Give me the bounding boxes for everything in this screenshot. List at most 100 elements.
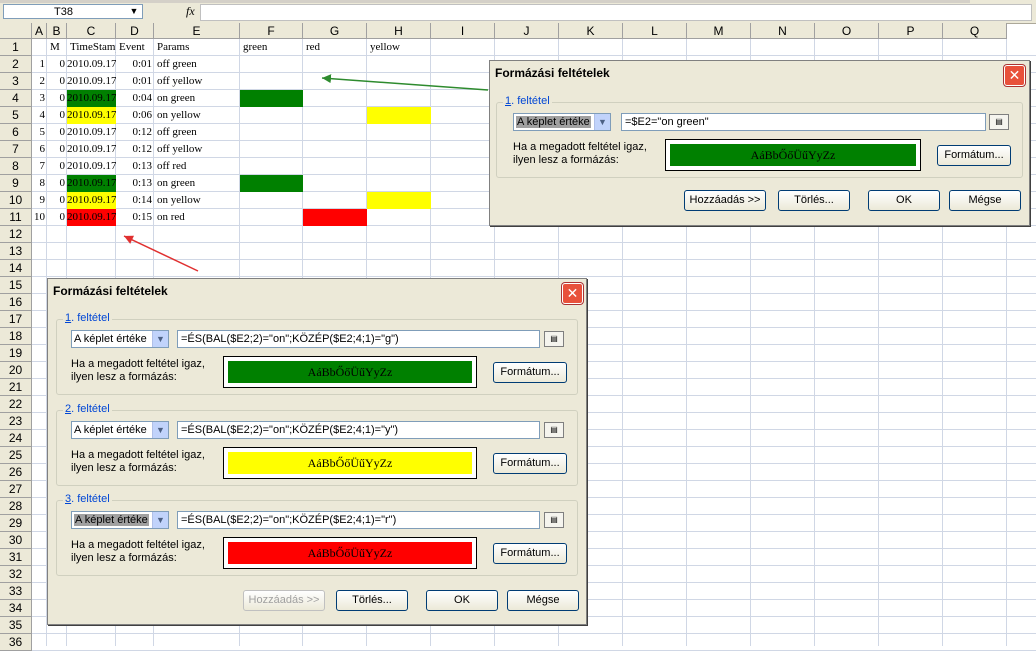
row-header-11[interactable]: 11 bbox=[0, 209, 32, 226]
cancel-button[interactable]: Mégse bbox=[507, 590, 579, 611]
table-cell[interactable]: 0 bbox=[47, 141, 67, 158]
table-cell[interactable]: 6 bbox=[32, 141, 47, 158]
table-cell[interactable]: 0 bbox=[47, 192, 67, 209]
row-header-13[interactable]: 13 bbox=[0, 243, 32, 260]
row-header-31[interactable]: 31 bbox=[0, 549, 32, 566]
name-box-dropdown-icon[interactable]: ▼ bbox=[127, 4, 141, 19]
table-cell[interactable]: 2 bbox=[32, 73, 47, 90]
table-cell[interactable]: 0:13 bbox=[116, 175, 154, 192]
column-header-f[interactable]: F bbox=[240, 23, 303, 39]
row-header-2[interactable]: 2 bbox=[0, 56, 32, 73]
row-header-26[interactable]: 26 bbox=[0, 464, 32, 481]
column-header-o[interactable]: O bbox=[815, 23, 879, 39]
column-header-c[interactable]: C bbox=[67, 23, 116, 39]
row-header-20[interactable]: 20 bbox=[0, 362, 32, 379]
table-cell[interactable]: 5 bbox=[32, 124, 47, 141]
row-header-15[interactable]: 15 bbox=[0, 277, 32, 294]
column-header-j[interactable]: J bbox=[495, 23, 559, 39]
row-header-25[interactable]: 25 bbox=[0, 447, 32, 464]
column-header-b[interactable]: B bbox=[47, 23, 67, 39]
delete-condition-button[interactable]: Törlés... bbox=[336, 590, 408, 611]
row-header-14[interactable]: 14 bbox=[0, 260, 32, 277]
row-header-29[interactable]: 29 bbox=[0, 515, 32, 532]
row-header-22[interactable]: 22 bbox=[0, 396, 32, 413]
row-header-34[interactable]: 34 bbox=[0, 600, 32, 617]
table-cell[interactable]: 9 bbox=[32, 192, 47, 209]
table-cell[interactable]: 0:15 bbox=[116, 209, 154, 226]
row-header-5[interactable]: 5 bbox=[0, 107, 32, 124]
highlight-cell-red[interactable] bbox=[303, 209, 367, 226]
cancel-button[interactable]: Mégse bbox=[949, 190, 1021, 211]
table-cell[interactable]: 0 bbox=[47, 158, 67, 175]
highlight-cell-green[interactable] bbox=[240, 175, 303, 192]
row-header-1[interactable]: 1 bbox=[0, 39, 32, 56]
row-header-6[interactable]: 6 bbox=[0, 124, 32, 141]
ok-button[interactable]: OK bbox=[426, 590, 498, 611]
table-cell[interactable]: on yellow bbox=[154, 107, 240, 124]
column-header-l[interactable]: L bbox=[623, 23, 687, 39]
table-cell[interactable]: 2010.09.17 bbox=[67, 56, 116, 73]
table-cell[interactable]: 2010.09.17 bbox=[67, 124, 116, 141]
row-header-32[interactable]: 32 bbox=[0, 566, 32, 583]
table-cell[interactable]: off green bbox=[154, 124, 240, 141]
table-cell[interactable]: off green bbox=[154, 56, 240, 73]
column-header-i[interactable]: I bbox=[431, 23, 495, 39]
row-header-35[interactable]: 35 bbox=[0, 617, 32, 634]
table-cell[interactable]: 0 bbox=[47, 124, 67, 141]
row-header-36[interactable]: 36 bbox=[0, 634, 32, 651]
select-all-corner[interactable] bbox=[0, 23, 32, 39]
row-header-10[interactable]: 10 bbox=[0, 192, 32, 209]
row-header-18[interactable]: 18 bbox=[0, 328, 32, 345]
highlight-cell-green[interactable] bbox=[240, 90, 303, 107]
row-header-27[interactable]: 27 bbox=[0, 481, 32, 498]
header-cell-h[interactable]: yellow bbox=[367, 39, 431, 56]
table-cell[interactable]: on red bbox=[154, 209, 240, 226]
function-icon[interactable]: fx bbox=[186, 4, 195, 19]
formula-input[interactable] bbox=[200, 4, 1032, 21]
format-button[interactable]: Formátum... bbox=[493, 543, 567, 564]
column-header-d[interactable]: D bbox=[116, 23, 154, 39]
condition-type-select[interactable]: A képlet értéke ▼ bbox=[71, 330, 169, 348]
table-cell[interactable]: 2010.09.17 bbox=[67, 192, 116, 209]
table-cell[interactable]: on yellow bbox=[154, 192, 240, 209]
condition-type-select[interactable]: A képlet értéke ▼ bbox=[71, 511, 169, 529]
row-header-28[interactable]: 28 bbox=[0, 498, 32, 515]
condition-type-select[interactable]: A képlet értéke ▼ bbox=[513, 113, 611, 131]
header-cell-g[interactable]: red bbox=[303, 39, 367, 56]
column-header-e[interactable]: E bbox=[154, 23, 240, 39]
condition-formula-input[interactable]: =$E2="on green" bbox=[621, 113, 986, 131]
table-cell[interactable]: on green bbox=[154, 90, 240, 107]
table-cell[interactable]: 10 bbox=[32, 209, 47, 226]
collapse-dialog-icon[interactable]: ▤ bbox=[989, 114, 1009, 130]
table-cell[interactable]: 8 bbox=[32, 175, 47, 192]
delete-condition-button[interactable]: Törlés... bbox=[778, 190, 850, 211]
table-cell[interactable]: off yellow bbox=[154, 141, 240, 158]
row-header-8[interactable]: 8 bbox=[0, 158, 32, 175]
header-cell-f[interactable]: green bbox=[240, 39, 303, 56]
table-cell[interactable]: 2010.09.17 bbox=[67, 73, 116, 90]
ok-button[interactable]: OK bbox=[868, 190, 940, 211]
row-header-33[interactable]: 33 bbox=[0, 583, 32, 600]
table-cell[interactable]: 0 bbox=[47, 175, 67, 192]
header-cell-e[interactable]: Params bbox=[154, 39, 240, 56]
table-cell[interactable]: 0:04 bbox=[116, 90, 154, 107]
table-cell[interactable]: 7 bbox=[32, 158, 47, 175]
table-cell[interactable]: 1 bbox=[32, 56, 47, 73]
row-header-4[interactable]: 4 bbox=[0, 90, 32, 107]
close-icon[interactable]: ✕ bbox=[1004, 65, 1025, 86]
column-header-q[interactable]: Q bbox=[943, 23, 1007, 39]
table-cell[interactable]: 2010.09.17 bbox=[67, 141, 116, 158]
table-cell[interactable]: 0 bbox=[47, 90, 67, 107]
table-cell[interactable]: 3 bbox=[32, 90, 47, 107]
condition-formula-input[interactable]: =ÉS(BAL($E2;2)="on";KÖZÉP($E2;4;1)="r") bbox=[177, 511, 540, 529]
row-header-7[interactable]: 7 bbox=[0, 141, 32, 158]
row-header-16[interactable]: 16 bbox=[0, 294, 32, 311]
table-cell[interactable]: 0:12 bbox=[116, 141, 154, 158]
table-cell[interactable]: 0 bbox=[47, 107, 67, 124]
header-cell-d[interactable]: Event bbox=[116, 39, 154, 56]
table-cell[interactable]: 2010.09.17 bbox=[67, 209, 116, 226]
condition-type-select[interactable]: A képlet értéke ▼ bbox=[71, 421, 169, 439]
row-header-9[interactable]: 9 bbox=[0, 175, 32, 192]
column-header-h[interactable]: H bbox=[367, 23, 431, 39]
row-header-24[interactable]: 24 bbox=[0, 430, 32, 447]
